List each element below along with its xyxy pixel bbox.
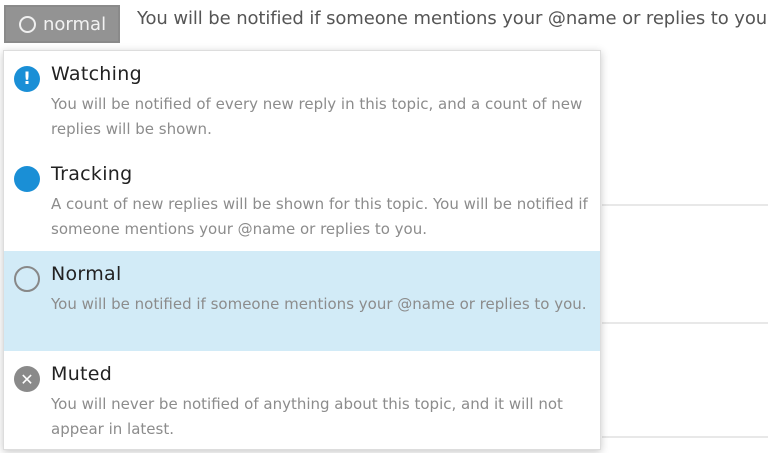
menu-item-description: A count of new replies will be shown for… [51, 195, 588, 238]
menu-item-title: Muted [51, 363, 113, 385]
menu-item-description: You will be notified if someone mentions… [51, 295, 587, 313]
filled-circle-icon [14, 166, 40, 192]
circle-outline-icon [19, 15, 36, 33]
menu-item-description: You will be notified of every new reply … [51, 95, 583, 138]
menu-item-description: You will never be notified of anything a… [51, 395, 563, 438]
menu-item-title: Watching [51, 63, 142, 85]
divider [602, 204, 768, 206]
circle-outline-icon [14, 266, 40, 292]
menu-item-normal[interactable]: Normal You will be notified if someone m… [4, 251, 600, 351]
notification-level-label: normal [43, 13, 107, 35]
divider [602, 436, 768, 438]
notification-level-button[interactable]: normal [4, 5, 120, 43]
menu-item-watching[interactable]: ! Watching You will be notified of every… [4, 51, 600, 151]
menu-item-muted[interactable]: ✕ Muted You will never be notified of an… [4, 351, 600, 451]
notification-status-text: You will be notified if someone mentions… [137, 8, 768, 29]
exclamation-icon: ! [14, 66, 40, 92]
notification-dropdown-menu: ! Watching You will be notified of every… [3, 50, 601, 450]
menu-item-title: Tracking [51, 163, 133, 185]
divider [602, 322, 768, 324]
menu-item-tracking[interactable]: Tracking A count of new replies will be … [4, 151, 600, 251]
x-circle-icon: ✕ [14, 366, 40, 392]
menu-item-title: Normal [51, 263, 122, 285]
